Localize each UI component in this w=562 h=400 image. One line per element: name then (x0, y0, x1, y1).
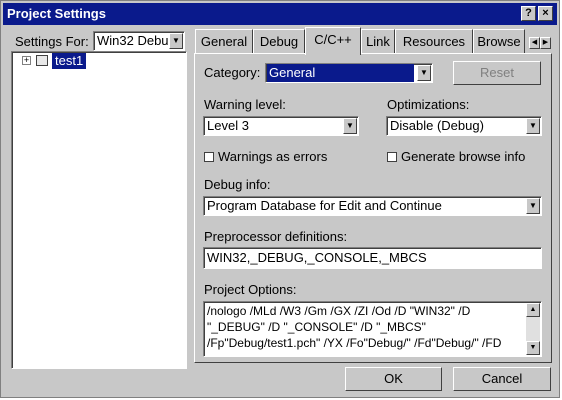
help-button[interactable]: ? (521, 6, 536, 21)
tab-debug[interactable]: Debug (253, 29, 305, 53)
project-options-line: "_DEBUG" /D "_CONSOLE" /D "_MBCS" (207, 320, 426, 334)
warnings-as-errors-label: Warnings as errors (218, 149, 328, 164)
generate-browse-checkbox[interactable] (387, 152, 397, 162)
generate-browse-label: Generate browse info (401, 149, 526, 164)
chevron-down-icon[interactable]: ▼ (343, 118, 357, 134)
tab-c-cpp[interactable]: C/C++ (305, 27, 361, 55)
title-bar: Project Settings (3, 3, 557, 25)
project-options-label: Project Options: (204, 282, 297, 297)
preprocessor-input[interactable]: WIN32,_DEBUG,_CONSOLE,_MBCS (203, 247, 542, 269)
settings-for-value: Win32 Debug (97, 33, 176, 48)
optimizations-label: Optimizations: (387, 97, 470, 112)
tab-browse[interactable]: Browse (473, 29, 525, 53)
warning-level-value: Level 3 (207, 118, 249, 133)
debug-info-label: Debug info: (204, 177, 271, 192)
chevron-down-icon[interactable]: ▼ (417, 65, 431, 81)
scroll-up-icon[interactable]: ▲ (526, 303, 540, 317)
project-settings-dialog: Project Settings ? × Settings For: Win32… (0, 0, 560, 398)
category-label: Category: (204, 65, 261, 80)
close-button[interactable]: × (538, 6, 553, 21)
settings-for-combo[interactable]: Win32 Debug ▼ (93, 31, 185, 51)
warnings-as-errors-checkbox[interactable] (204, 152, 214, 162)
chevron-down-icon[interactable]: ▼ (169, 33, 183, 49)
category-combo[interactable]: General ▼ (265, 63, 433, 83)
reset-button[interactable]: Reset (453, 61, 541, 85)
ok-button[interactable]: OK (345, 367, 442, 391)
preprocessor-label: Preprocessor definitions: (204, 229, 348, 244)
tab-scroll-left-icon[interactable]: ◀ (529, 37, 540, 49)
tab-general[interactable]: General (195, 29, 253, 53)
scroll-down-icon[interactable]: ▼ (526, 341, 540, 355)
tree-item-test1[interactable]: test1 (52, 53, 87, 69)
tab-link[interactable]: Link (361, 29, 395, 53)
optimizations-combo[interactable]: Disable (Debug) ▼ (386, 116, 542, 136)
tab-scroll-right-icon[interactable]: ▶ (540, 37, 551, 49)
cancel-button[interactable]: Cancel (453, 367, 551, 391)
tab-resources[interactable]: Resources (395, 29, 473, 53)
project-options-textarea[interactable]: /nologo /MLd /W3 /Gm /GX /ZI /Od /D "WIN… (203, 301, 542, 357)
dialog-title: Project Settings (7, 6, 106, 21)
warning-level-combo[interactable]: Level 3 ▼ (203, 116, 359, 136)
debug-info-value: Program Database for Edit and Continue (207, 198, 442, 213)
settings-for-label: Settings For: (15, 34, 89, 49)
project-options-line: /nologo /MLd /W3 /Gm /GX /ZI /Od /D "WIN… (207, 304, 471, 318)
project-icon (36, 55, 48, 66)
tree-expander-icon[interactable]: + (22, 56, 31, 65)
chevron-down-icon[interactable]: ▼ (526, 198, 540, 214)
project-tree[interactable]: + test1 (11, 51, 187, 369)
chevron-down-icon[interactable]: ▼ (526, 118, 540, 134)
options-scrollbar[interactable]: ▲ ▼ (526, 303, 540, 355)
debug-info-combo[interactable]: Program Database for Edit and Continue ▼ (203, 196, 542, 216)
warning-level-label: Warning level: (204, 97, 286, 112)
optimizations-value: Disable (Debug) (390, 118, 484, 133)
category-value: General (267, 64, 414, 82)
project-options-line: /Fp"Debug/test1.pch" /YX /Fo"Debug/" /Fd… (207, 336, 502, 350)
